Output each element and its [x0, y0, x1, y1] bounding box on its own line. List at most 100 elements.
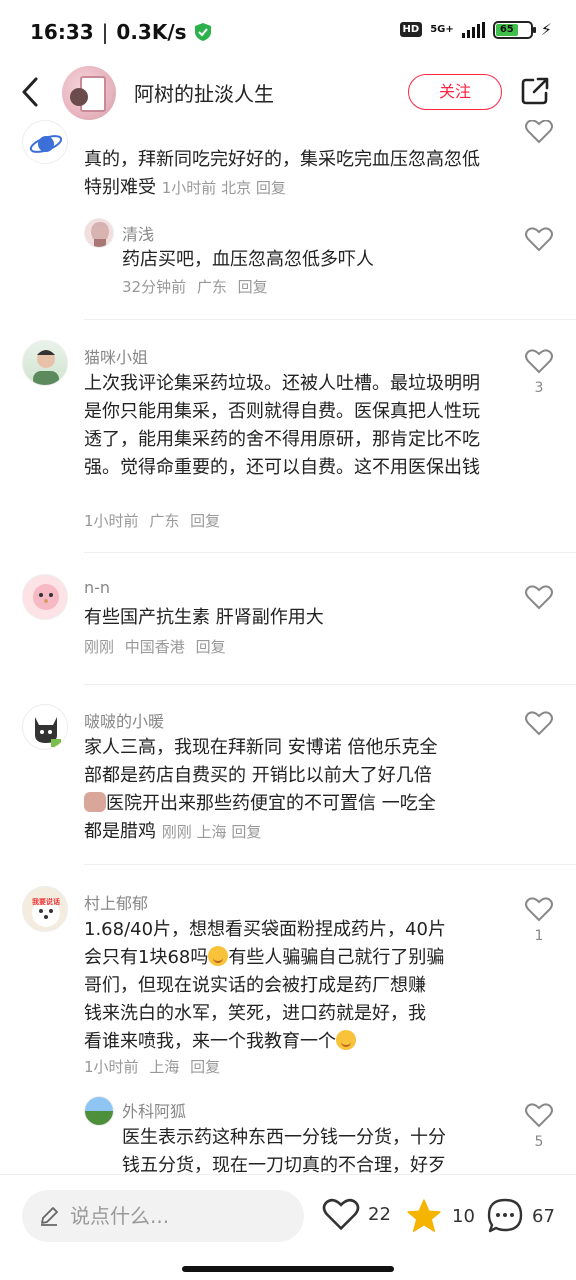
commenter-avatar[interactable] — [22, 340, 68, 386]
comment-input[interactable] — [70, 1204, 290, 1228]
home-indicator[interactable] — [182, 1266, 394, 1272]
comment-input-box[interactable] — [22, 1190, 304, 1242]
heart-icon — [525, 349, 553, 374]
header: 阿树的扯淡人生 关注 — [0, 64, 576, 120]
heart-icon — [322, 1198, 360, 1231]
reply-button[interactable]: 回复 — [190, 1058, 220, 1076]
cat-avatar-icon — [35, 717, 61, 747]
author-avatar[interactable] — [62, 66, 116, 120]
heart-icon — [525, 897, 553, 922]
divider — [84, 684, 576, 685]
divider — [84, 864, 576, 865]
signal-icon — [461, 21, 485, 38]
comment-meta: 1小时前 广东 回复 — [84, 512, 221, 530]
comment-action[interactable]: 67 — [486, 1197, 555, 1235]
like-button[interactable] — [524, 226, 554, 256]
share-icon[interactable] — [520, 76, 550, 106]
status-time: 16:33 — [30, 20, 94, 44]
like-count: 5 — [534, 1134, 544, 1150]
follow-button[interactable]: 关注 — [408, 74, 502, 110]
comment-text: 真的，拜新同吃完好好的，集采吃完血压忽高忽低特别难受 1小时前 北京 回复 — [84, 149, 480, 198]
reply-button[interactable]: 回复 — [256, 179, 286, 197]
like-button[interactable] — [524, 120, 554, 148]
comment-text: 1.68/40片，想想看买袋面粉捏成药片，40片 会只有1块68吗 有些人骗骗自己… — [84, 919, 446, 1052]
battery-level: 65 — [495, 23, 518, 36]
comment-meta: 刚刚 上海 回复 — [161, 823, 262, 841]
like-button[interactable]: 1 — [524, 896, 554, 944]
like-action[interactable]: 22 — [322, 1197, 391, 1231]
comment-meta: 刚刚 中国香港 回复 — [84, 638, 226, 656]
commenter-avatar[interactable]: 我要说话 — [22, 886, 68, 932]
reply-avatar[interactable] — [84, 1096, 114, 1126]
reply-author-name[interactable]: 清浅 — [122, 221, 154, 245]
heart-icon — [525, 120, 553, 144]
comment-text: 上次我评论集采药垃圾。还被人吐槽。最垃圾明明是你只能用集采，否则就得自费。医保真… — [84, 373, 480, 478]
heart-icon — [525, 1103, 553, 1128]
commenter-name[interactable]: 啵啵的小暖 — [84, 708, 164, 732]
comment-text: 有些国产抗生素 肝肾副作用大 — [84, 607, 324, 628]
comment-text: 家人三高，我现在拜新同 安博诺 倍他乐克全 部都是药店自费买的 开销比以前大了好… — [84, 737, 438, 842]
comment-list[interactable]: 真的，拜新同吃完好好的，集采吃完血压忽高忽低特别难受 1小时前 北京 回复 清浅… — [0, 120, 576, 1174]
like-count: 1 — [534, 928, 544, 944]
girl-avatar-icon — [91, 222, 109, 247]
reply-meta: 32分钟前 广东 回复 — [122, 278, 268, 296]
like-button[interactable]: 3 — [524, 348, 554, 396]
person-avatar-icon — [33, 350, 59, 385]
status-bar: 16:33 | 0.3K/s HD 5G+ 65 ⚡ — [0, 0, 576, 64]
reply-button[interactable]: 回复 — [196, 638, 226, 656]
collect-count: 10 — [452, 1205, 475, 1227]
like-count: 22 — [368, 1203, 391, 1225]
reply-text: 医生表示药这种东西一分钱一分货，十分 钱五分货，现在一刀切真的不合理，好歹 — [122, 1127, 446, 1174]
cartoon-avatar-icon — [33, 584, 59, 610]
status-speed: 0.3K/s — [116, 20, 187, 44]
like-count: 3 — [534, 380, 544, 396]
heart-icon — [525, 711, 553, 736]
status-separator: | — [101, 20, 109, 44]
reply-author-name[interactable]: 外科阿狐 — [122, 1098, 186, 1122]
comment-item: 猫咪小姐 上次我评论集采药垃圾。还被人吐槽。最垃圾明明是你只能用集采，否则就得自… — [0, 340, 576, 552]
emoji-icon — [84, 792, 106, 812]
reply-button[interactable]: 回复 — [231, 823, 261, 841]
commenter-avatar[interactable] — [22, 704, 68, 750]
reply-button[interactable]: 回复 — [190, 512, 220, 530]
collect-action[interactable]: 10 — [404, 1197, 475, 1235]
dog-avatar-icon — [32, 899, 60, 927]
commenter-name[interactable]: 村上郁郁 — [84, 890, 148, 914]
comment-item: 我要说话 村上郁郁 1.68/40片，想想看买袋面粉捏成药片，40片 会只有1块… — [0, 886, 576, 1174]
pencil-icon — [41, 1207, 58, 1226]
like-button[interactable] — [524, 710, 554, 740]
avatar-caption: 我要说话 — [32, 898, 60, 906]
comment-meta: 1小时前 上海 回复 — [84, 1058, 221, 1076]
heart-icon — [525, 227, 553, 252]
divider — [84, 319, 576, 320]
back-arrow-icon[interactable] — [18, 76, 42, 108]
comment-meta: 1小时前 北京 回复 — [161, 179, 286, 197]
planet-icon — [29, 135, 63, 153]
author-name[interactable]: 阿树的扯淡人生 — [134, 78, 274, 107]
bottom-bar: 22 10 67 — [0, 1174, 576, 1258]
reply-text: 药店买吧，血压忽高忽低多吓人 — [122, 249, 374, 270]
reply-avatar[interactable] — [84, 218, 114, 248]
commenter-avatar[interactable] — [22, 120, 68, 164]
comment-item: 真的，拜新同吃完好好的，集采吃完血压忽高忽低特别难受 1小时前 北京 回复 清浅… — [0, 120, 576, 320]
commenter-name[interactable]: 猫咪小姐 — [84, 344, 148, 368]
comment-item: n-n 有些国产抗生素 肝肾副作用大 刚刚 中国香港 回复 — [0, 574, 576, 684]
battery-icon: 65 — [492, 20, 536, 39]
comment-item: 啵啵的小暖 家人三高，我现在拜新同 安博诺 倍他乐克全 部都是药店自费买的 开销… — [0, 704, 576, 864]
emoji-icon — [208, 946, 229, 966]
hd-icon: HD — [399, 22, 423, 37]
comment-count: 67 — [532, 1205, 555, 1227]
reply-button[interactable]: 回复 — [238, 278, 268, 296]
charging-icon: ⚡ — [540, 20, 552, 39]
heart-icon — [525, 585, 553, 610]
star-icon — [407, 1199, 441, 1232]
divider — [84, 552, 576, 553]
shield-icon — [194, 23, 211, 41]
like-button[interactable]: 5 — [524, 1102, 554, 1150]
commenter-avatar[interactable] — [22, 574, 68, 620]
network-type: 5G+ — [430, 23, 454, 35]
commenter-name[interactable]: n-n — [84, 578, 110, 597]
comment-bubble-icon — [487, 1198, 523, 1233]
emoji-icon — [336, 1030, 356, 1050]
like-button[interactable] — [524, 584, 554, 614]
